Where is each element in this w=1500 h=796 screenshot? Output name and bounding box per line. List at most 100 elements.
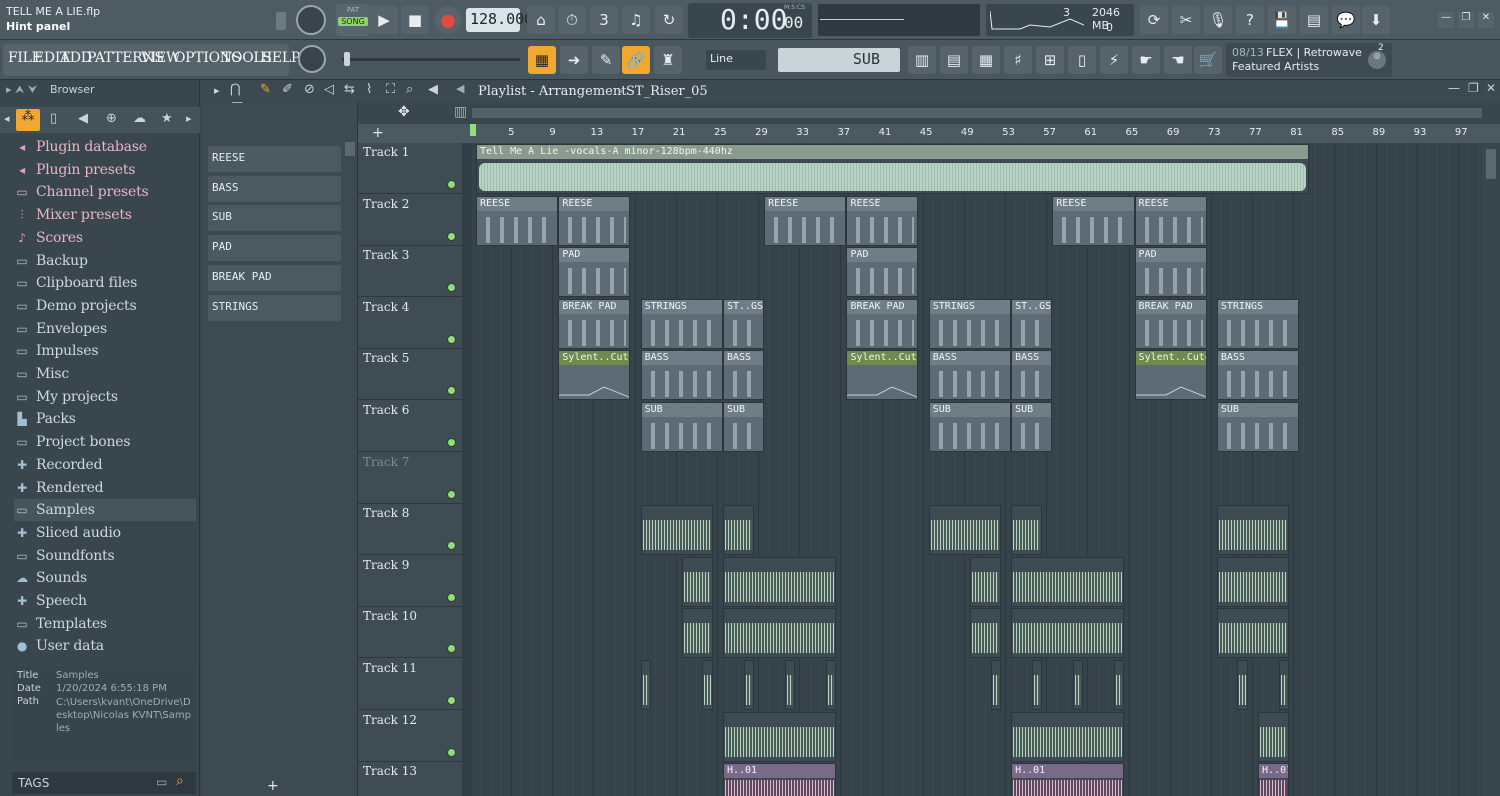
audio-clip[interactable] bbox=[640, 660, 651, 710]
search-icon[interactable]: ⌕ bbox=[176, 773, 184, 789]
playlist-menu-arrow[interactable]: ▸ bbox=[214, 84, 220, 97]
playlist-close-icon[interactable]: ✕ bbox=[1486, 81, 1496, 95]
bass-clip[interactable]: BASS bbox=[640, 350, 723, 401]
track-mute-led[interactable] bbox=[447, 386, 456, 396]
pad-clip[interactable]: PAD bbox=[846, 247, 919, 298]
track-header[interactable]: Track 5 bbox=[358, 349, 462, 401]
record-audio-button[interactable]: 🎙 bbox=[1204, 6, 1232, 34]
audio-clip[interactable] bbox=[1278, 660, 1289, 710]
track-mute-led[interactable] bbox=[447, 180, 456, 189]
sub-clip[interactable]: SUB bbox=[1216, 402, 1300, 452]
overview-scrollbar[interactable] bbox=[472, 108, 1482, 118]
cut-button[interactable]: ✂ bbox=[1172, 6, 1200, 34]
file-filter-icon[interactable]: ▯ bbox=[50, 111, 57, 126]
track-mute-led[interactable] bbox=[447, 696, 456, 705]
playlist-minimize-icon[interactable]: — bbox=[1448, 81, 1460, 95]
speaker-filter-icon[interactable]: ◀ bbox=[78, 111, 88, 126]
vertical-scrollbar[interactable] bbox=[1482, 143, 1500, 796]
reese-clip[interactable]: REESE bbox=[1052, 195, 1135, 246]
audio-clip[interactable] bbox=[702, 660, 713, 710]
timeline-ruler[interactable]: + 5 9 13 17 21 25 29 33 37 41 45 49 53 57 61 65 69 73 77 81… bbox=[358, 124, 1500, 143]
audio-clip[interactable] bbox=[1113, 660, 1125, 710]
audio-clip[interactable]: H..01 bbox=[722, 763, 837, 796]
track-header[interactable]: Track 10 bbox=[358, 607, 462, 659]
pattern-scrollbar[interactable] bbox=[345, 142, 355, 156]
reese-clip[interactable]: REESE bbox=[846, 195, 919, 246]
track-header[interactable]: Track 2 bbox=[358, 195, 462, 246]
pattern-item[interactable]: BREAK PAD bbox=[208, 264, 341, 291]
play-button[interactable]: ▶ bbox=[370, 6, 398, 34]
magnet-icon[interactable]: ⋂ bbox=[230, 82, 241, 97]
audio-clip[interactable] bbox=[722, 556, 837, 607]
pad-clip[interactable]: PAD bbox=[1134, 247, 1207, 298]
snap-icon[interactable]: ✥ bbox=[398, 104, 410, 120]
maximize-button[interactable]: ❐ bbox=[1458, 12, 1474, 28]
chat-button[interactable]: 💬 bbox=[1332, 6, 1360, 34]
track-header[interactable]: Track 7 bbox=[358, 453, 462, 504]
browser-item-templates[interactable]: ▭ Templates bbox=[14, 613, 107, 635]
bass-clip[interactable]: BASS bbox=[1011, 350, 1053, 401]
bass-clip[interactable]: BASS bbox=[722, 350, 765, 401]
zoom-slider-handle[interactable] bbox=[344, 52, 350, 66]
track-mute-led[interactable] bbox=[447, 489, 456, 499]
metronome-button[interactable]: ⌂ bbox=[527, 6, 555, 34]
save-as-button[interactable]: ▤ bbox=[1300, 6, 1328, 34]
strings-clip[interactable]: STRINGS bbox=[928, 298, 1012, 349]
browser-item-samples[interactable]: ▭ Samples bbox=[14, 499, 196, 522]
browser-item-soundfonts[interactable]: ▭ Soundfonts bbox=[14, 545, 114, 567]
pattern-item[interactable]: BASS bbox=[208, 175, 341, 202]
breakpad-clip[interactable]: BREAK PAD bbox=[558, 298, 631, 349]
reese-clip[interactable]: REESE bbox=[764, 195, 847, 246]
overview-icon[interactable]: ▥ bbox=[454, 104, 467, 120]
playlist-button[interactable]: ▥ bbox=[908, 46, 936, 74]
all-filter-icon[interactable]: ⁂ bbox=[16, 109, 40, 131]
bass-clip[interactable]: BASS bbox=[1216, 350, 1300, 401]
audio-clip[interactable] bbox=[640, 505, 713, 556]
channel-rack-button[interactable]: ▦ bbox=[972, 46, 1000, 74]
globe-filter-icon[interactable]: ⊕ bbox=[106, 111, 117, 126]
browser-item-demo-projects[interactable]: ▭ Demo projects bbox=[14, 295, 136, 317]
track-mute-led[interactable] bbox=[447, 592, 456, 602]
mute-icon[interactable]: ◁ bbox=[324, 82, 334, 97]
audio-clip[interactable] bbox=[784, 660, 795, 710]
help-button[interactable]: ? bbox=[1236, 6, 1264, 34]
audio-clip[interactable] bbox=[722, 711, 837, 762]
audio-clip[interactable] bbox=[969, 608, 1001, 659]
track-header[interactable]: Track 9 bbox=[358, 556, 462, 607]
pad-clip[interactable]: PAD bbox=[558, 247, 631, 298]
breakpad-clip[interactable]: BREAK PAD bbox=[1134, 298, 1207, 349]
arrow-tool-button[interactable]: ➜ bbox=[560, 46, 588, 74]
playlist-view-button[interactable]: ▦ bbox=[528, 46, 556, 74]
tempo-display[interactable]: 128.000 bbox=[466, 8, 533, 32]
browser-item-misc[interactable]: ▭ Misc bbox=[14, 363, 69, 385]
browser-item-project-bones[interactable]: ▭ Project bones bbox=[14, 431, 130, 453]
track-header[interactable]: Track 4 bbox=[358, 298, 462, 349]
next-icon[interactable]: ▸ bbox=[186, 112, 192, 125]
star-filter-icon[interactable]: ★ bbox=[161, 111, 173, 126]
select-icon[interactable]: ⛶ bbox=[386, 82, 395, 97]
browser-item-user-data[interactable]: ● User data bbox=[14, 635, 104, 657]
stop-button[interactable]: ■ bbox=[401, 6, 429, 34]
stgs-clip[interactable]: ST..GS bbox=[1011, 298, 1053, 349]
track-mute-led[interactable] bbox=[447, 644, 456, 654]
countdown-button[interactable]: 3 bbox=[590, 6, 618, 34]
link-button[interactable]: 🔗 bbox=[622, 46, 650, 74]
browser-item-speech[interactable]: ✚ Speech bbox=[14, 590, 87, 612]
add-track-button[interactable]: + bbox=[372, 125, 384, 141]
pencil-icon[interactable]: ✎ bbox=[260, 82, 271, 97]
folder-icon[interactable]: ▭ bbox=[156, 775, 167, 789]
track-mute-led[interactable] bbox=[447, 438, 456, 447]
sub-clip[interactable]: SUB bbox=[722, 402, 765, 452]
reese-clip[interactable]: REESE bbox=[558, 195, 631, 246]
time-display[interactable]: 0:00 00 M:S:CS bbox=[688, 3, 812, 38]
audio-clip[interactable] bbox=[1258, 711, 1289, 762]
track-header[interactable]: Track 11 bbox=[358, 659, 462, 710]
delete-icon[interactable]: ⊘ bbox=[304, 82, 315, 97]
download-button[interactable]: ⬇ bbox=[1362, 6, 1390, 34]
zoom-icon[interactable]: ⌕ bbox=[406, 82, 413, 97]
prev-icon[interactable]: ◂ bbox=[4, 112, 10, 125]
audio-clip[interactable]: H..01 bbox=[1258, 763, 1289, 796]
breakpad-clip[interactable]: BREAK PAD bbox=[846, 298, 919, 349]
slice-icon[interactable]: ⌇ bbox=[366, 82, 372, 97]
strings-clip[interactable]: STRINGS bbox=[640, 298, 723, 349]
